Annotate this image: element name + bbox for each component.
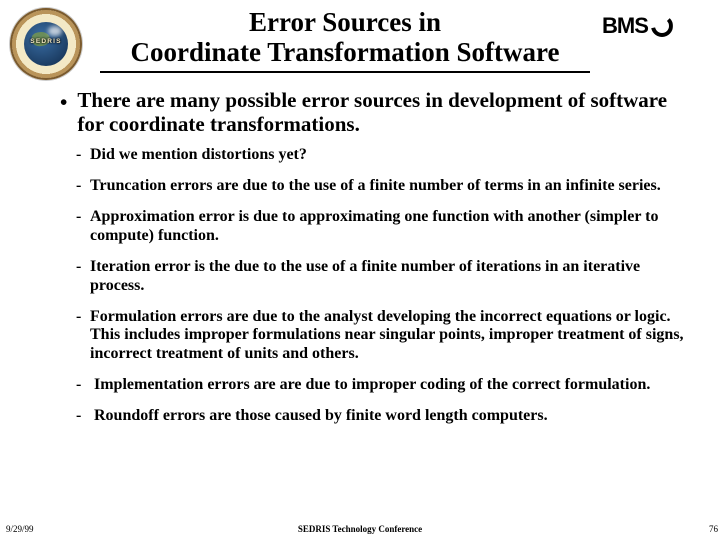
slide-body: • There are many possible error sources … <box>60 88 690 438</box>
dash-icon: - <box>76 177 84 196</box>
dash-icon: - <box>76 376 84 395</box>
sub-bullet: - Truncation errors are due to the use o… <box>76 177 690 196</box>
footer-conference: SEDRIS Technology Conference <box>0 524 720 534</box>
sub-bullet: - Formulation errors are due to the anal… <box>76 308 690 365</box>
bms-arc-icon <box>651 15 673 37</box>
sub-bullet-text: Truncation errors are due to the use of … <box>90 177 661 196</box>
sedris-logo: SEDRIS <box>10 8 82 80</box>
sedris-logo-label: SEDRIS <box>10 38 82 45</box>
bms-logo: BMS <box>602 14 702 38</box>
title-block: Error Sources in Coordinate Transformati… <box>100 8 590 73</box>
footer-page-number: 76 <box>709 524 718 534</box>
title-line-1: Error Sources in <box>249 7 441 37</box>
bullet-dot-icon: • <box>60 88 67 136</box>
sub-bullet-text: Approximation error is due to approximat… <box>90 208 690 246</box>
sub-bullet-text: Iteration error is the due to the use of… <box>90 258 690 296</box>
bms-logo-text: BMS <box>602 13 648 39</box>
sub-bullet: - Did we mention distortions yet? <box>76 146 690 165</box>
title-underline <box>100 71 590 73</box>
main-bullet: • There are many possible error sources … <box>60 88 690 136</box>
slide-title: Error Sources in Coordinate Transformati… <box>100 8 590 67</box>
dash-icon: - <box>76 208 84 246</box>
slide: SEDRIS BMS Error Sources in Coordinate T… <box>0 0 720 540</box>
dash-icon: - <box>76 308 84 365</box>
dash-icon: - <box>76 407 84 426</box>
sub-bullet: - Iteration error is the due to the use … <box>76 258 690 296</box>
sub-bullet-text: Roundoff errors are those caused by fini… <box>94 407 548 426</box>
dash-icon: - <box>76 258 84 296</box>
sub-bullet-text: Implementation errors are are due to imp… <box>94 376 650 395</box>
sub-bullet: - Implementation errors are are due to i… <box>76 376 690 395</box>
sub-bullet-text: Formulation errors are due to the analys… <box>90 308 690 365</box>
sub-bullet-list: - Did we mention distortions yet? - Trun… <box>76 146 690 426</box>
sub-bullet: - Approximation error is due to approxim… <box>76 208 690 246</box>
sub-bullet-text: Did we mention distortions yet? <box>90 146 307 165</box>
main-bullet-text: There are many possible error sources in… <box>77 88 690 136</box>
title-line-2: Coordinate Transformation Software <box>131 37 560 67</box>
dash-icon: - <box>76 146 84 165</box>
sub-bullet: - Roundoff errors are those caused by fi… <box>76 407 690 426</box>
